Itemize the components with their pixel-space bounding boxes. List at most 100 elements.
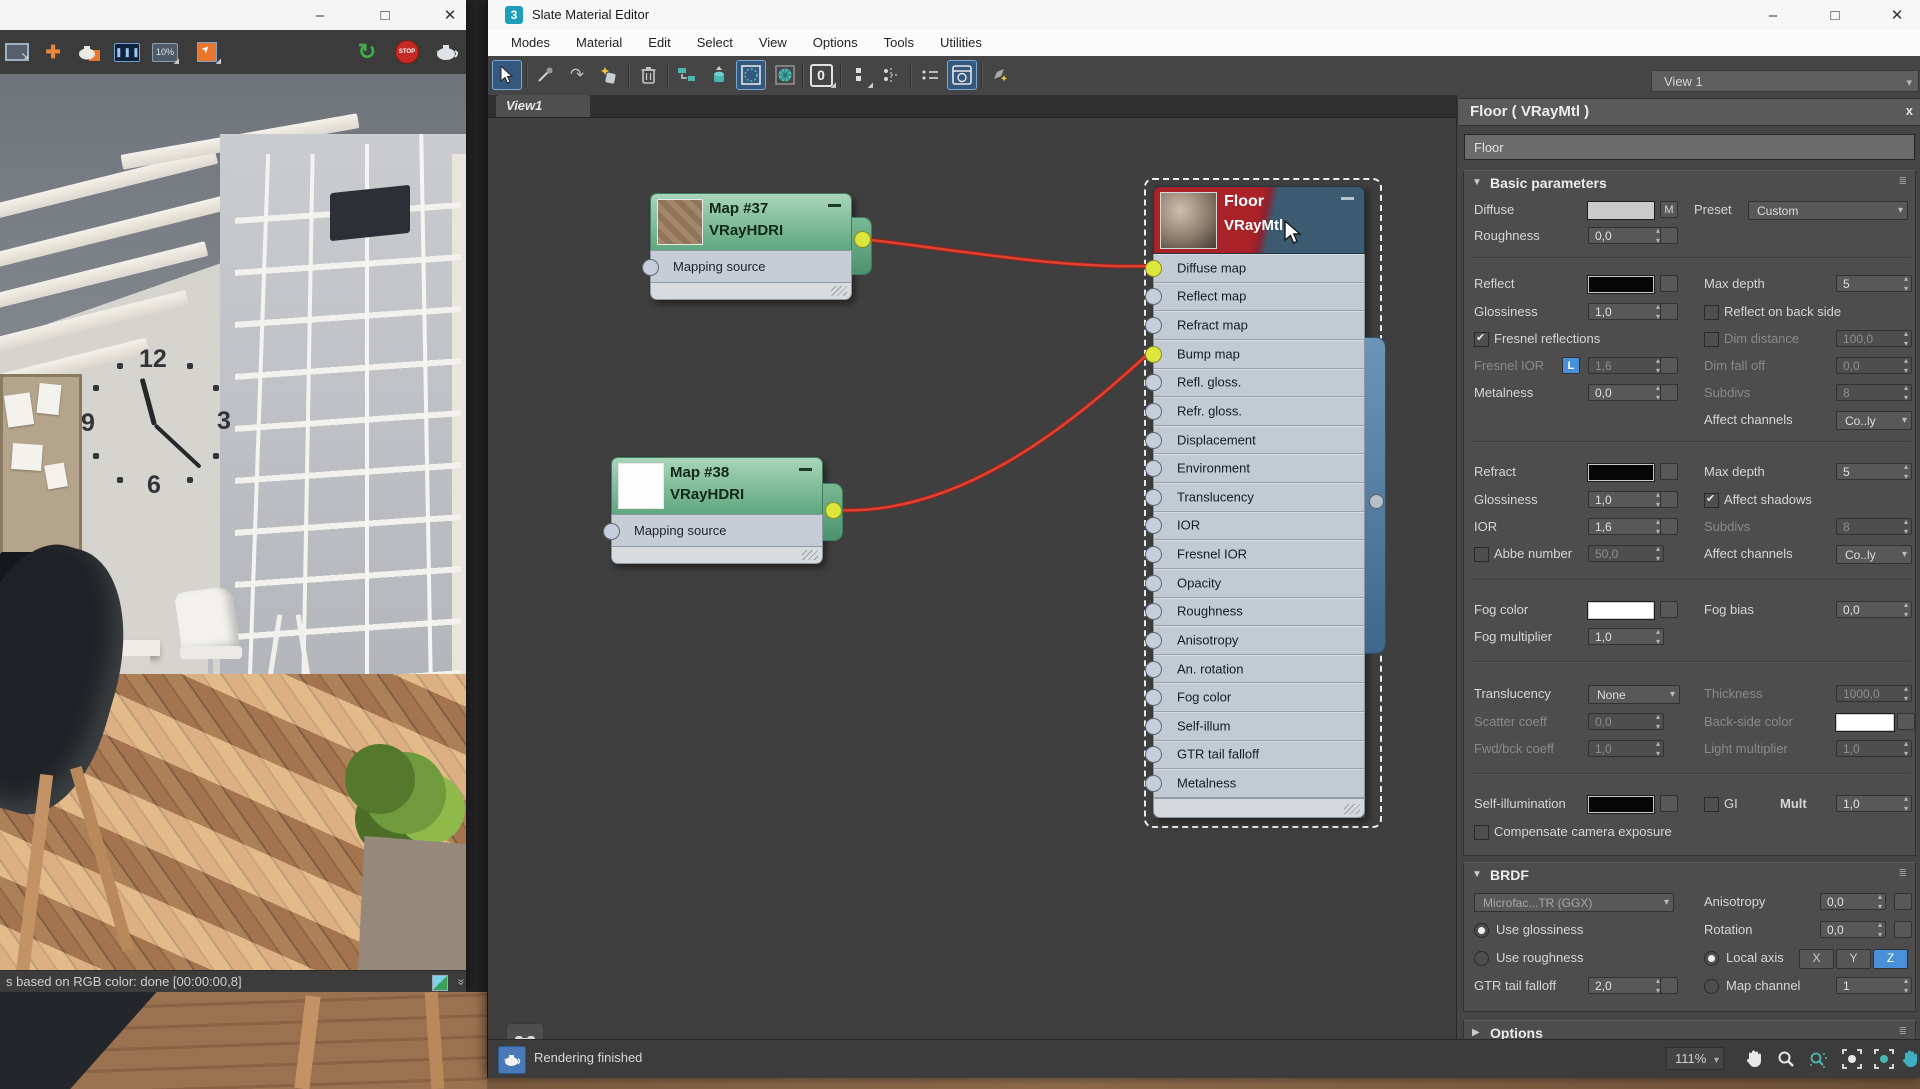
slot-mapping-source[interactable]: Mapping source <box>611 514 823 546</box>
select-by-material-icon[interactable] <box>985 60 1015 90</box>
slot-fog-color[interactable]: Fog color <box>1153 683 1365 712</box>
output-socket[interactable] <box>825 502 842 519</box>
minimize-icon[interactable]: – <box>300 2 340 28</box>
resolution-icon[interactable]: 10%◢ <box>150 37 180 67</box>
diffuse-map-button[interactable]: M <box>1660 201 1678 218</box>
input-socket[interactable] <box>1145 346 1162 363</box>
axis-x-button[interactable]: X <box>1799 949 1834 969</box>
backside-map-button[interactable] <box>1897 713 1915 730</box>
pick-material-eyedropper-icon[interactable] <box>530 60 560 90</box>
slot-diffuse-map[interactable]: Diffuse map <box>1153 254 1365 283</box>
input-socket[interactable] <box>1145 632 1162 649</box>
refract-map-button[interactable] <box>1660 463 1678 480</box>
roughness-map-button[interactable] <box>1660 227 1678 244</box>
render-teapot-icon[interactable] <box>432 37 462 67</box>
metalness-map-button[interactable] <box>1660 384 1678 401</box>
refract-subdivs-spinner[interactable]: 8 <box>1836 518 1912 535</box>
menu-tools[interactable]: Tools <box>871 30 927 56</box>
glossiness-map-button[interactable] <box>1660 303 1678 320</box>
slot-refr-gloss[interactable]: Refr. gloss. <box>1153 397 1365 426</box>
axis-z-button[interactable]: Z <box>1873 949 1908 969</box>
slot-refract-map[interactable]: Refract map <box>1153 311 1365 340</box>
fog-color-map-button[interactable] <box>1660 601 1678 618</box>
put-material-to-scene-icon[interactable]: ↷ <box>562 60 592 90</box>
node-align-icon[interactable] <box>876 60 906 90</box>
thickness-spinner[interactable]: 1000,0 <box>1836 685 1912 702</box>
input-socket[interactable] <box>642 259 659 276</box>
reflect-back-checkbox[interactable] <box>1704 305 1719 320</box>
render-last-icon[interactable] <box>74 37 104 67</box>
render-status-teapot-icon[interactable] <box>498 1046 526 1074</box>
slot-displacement[interactable]: Displacement <box>1153 426 1365 455</box>
slot-metalness[interactable]: Metalness <box>1153 769 1365 798</box>
zoom-magnifier-icon[interactable] <box>1772 1045 1799 1072</box>
output-socket[interactable] <box>854 231 871 248</box>
fresnel-ior-map-button[interactable] <box>1660 357 1678 374</box>
slot-opacity[interactable]: Opacity <box>1153 569 1365 598</box>
rotation-map-button[interactable] <box>1894 921 1912 938</box>
close-icon[interactable]: ✕ <box>430 2 470 28</box>
maximize-icon[interactable]: □ <box>1815 2 1855 28</box>
brdf-type-dropdown[interactable]: Microfac...TR (GGX) <box>1474 893 1674 912</box>
slot-bump-map[interactable]: Bump map <box>1153 340 1365 369</box>
light-multiplier-spinner[interactable]: 1,0 <box>1836 740 1912 757</box>
metalness-spinner[interactable]: 0,0 <box>1588 384 1664 401</box>
roughness-spinner[interactable]: 0,0 <box>1588 227 1664 244</box>
fwdbck-coeff-spinner[interactable]: 1,0 <box>1588 740 1664 757</box>
fresnel-ior-lock-button[interactable]: L <box>1562 357 1580 374</box>
use-roughness-radio[interactable] <box>1474 951 1489 966</box>
input-socket[interactable] <box>1145 775 1162 792</box>
input-socket[interactable] <box>1145 317 1162 334</box>
abbe-number-checkbox[interactable] <box>1474 547 1489 562</box>
dim-distance-spinner[interactable]: 100,0 <box>1836 330 1912 347</box>
zoom-level-dropdown[interactable]: 111% <box>1666 1047 1724 1070</box>
anisotropy-map-button[interactable] <box>1894 893 1912 910</box>
node-map38[interactable]: Map #38 VRayHDRI Mapping source <box>611 457 823 564</box>
scatter-coeff-spinner[interactable]: 0,0 <box>1588 713 1664 730</box>
node-header[interactable]: Map #37 VRayHDRI <box>650 193 852 250</box>
move-children-icon[interactable] <box>672 60 702 90</box>
parameter-panel-header[interactable]: Floor ( VRayMtl ) x <box>1457 98 1920 126</box>
material-name-field[interactable]: Floor <box>1464 134 1915 160</box>
slot-mapping-source[interactable]: Mapping source <box>650 250 852 282</box>
slot-reflect-map[interactable]: Reflect map <box>1153 283 1365 312</box>
input-socket[interactable] <box>1145 746 1162 763</box>
wire-diffuse[interactable] <box>863 239 1149 266</box>
slot-self-illum[interactable]: Self-illum <box>1153 712 1365 741</box>
collapse-icon[interactable] <box>828 204 841 207</box>
glossiness-spinner[interactable]: 1,0 <box>1588 303 1664 320</box>
region-render-icon[interactable]: ➤◢ <box>192 37 222 67</box>
input-socket[interactable] <box>1145 575 1162 592</box>
axis-y-button[interactable]: Y <box>1836 949 1871 969</box>
menu-edit[interactable]: Edit <box>635 30 683 56</box>
slot-anisotropy[interactable]: Anisotropy <box>1153 626 1365 655</box>
zoom-extents-selected-icon[interactable] <box>1870 1045 1897 1072</box>
track-mouse-icon[interactable]: ✚ <box>38 37 68 67</box>
gtr-tail-falloff-spinner[interactable]: 2,0 <box>1588 977 1664 994</box>
pan-hand-icon[interactable] <box>1740 1045 1767 1072</box>
parameter-editor-icon[interactable] <box>947 60 977 90</box>
menu-select[interactable]: Select <box>684 30 746 56</box>
slot-fresnel-ior[interactable]: Fresnel IOR <box>1153 540 1365 569</box>
affect-shadows-checkbox[interactable] <box>1704 493 1719 508</box>
input-socket[interactable] <box>1145 374 1162 391</box>
maximize-icon[interactable]: □ <box>365 2 405 28</box>
input-socket[interactable] <box>1145 718 1162 735</box>
node-resize-strip[interactable] <box>650 282 852 300</box>
pan-tool-active-icon[interactable] <box>1896 1045 1920 1072</box>
reflect-swatch[interactable] <box>1588 276 1654 293</box>
menu-modes[interactable]: Modes <box>498 30 563 56</box>
menu-utilities[interactable]: Utilities <box>927 30 995 56</box>
node-header[interactable]: Map #38 VRayHDRI <box>611 457 823 514</box>
tab-view1[interactable]: View1 <box>496 95 590 117</box>
hide-unused-slots-icon[interactable] <box>915 60 945 90</box>
fresnel-reflections-checkbox[interactable] <box>1474 332 1489 347</box>
material-output-socket[interactable] <box>1369 494 1384 509</box>
delete-trash-icon[interactable] <box>633 60 663 90</box>
fit-view-icon[interactable]: ↘ <box>2 37 32 67</box>
max-depth-spinner[interactable]: 5 <box>1836 275 1912 292</box>
node-resize-strip[interactable] <box>1153 798 1365 818</box>
slot-translucency[interactable]: Translucency <box>1153 483 1365 512</box>
fog-color-swatch[interactable] <box>1588 602 1654 619</box>
slot-ior[interactable]: IOR <box>1153 512 1365 541</box>
